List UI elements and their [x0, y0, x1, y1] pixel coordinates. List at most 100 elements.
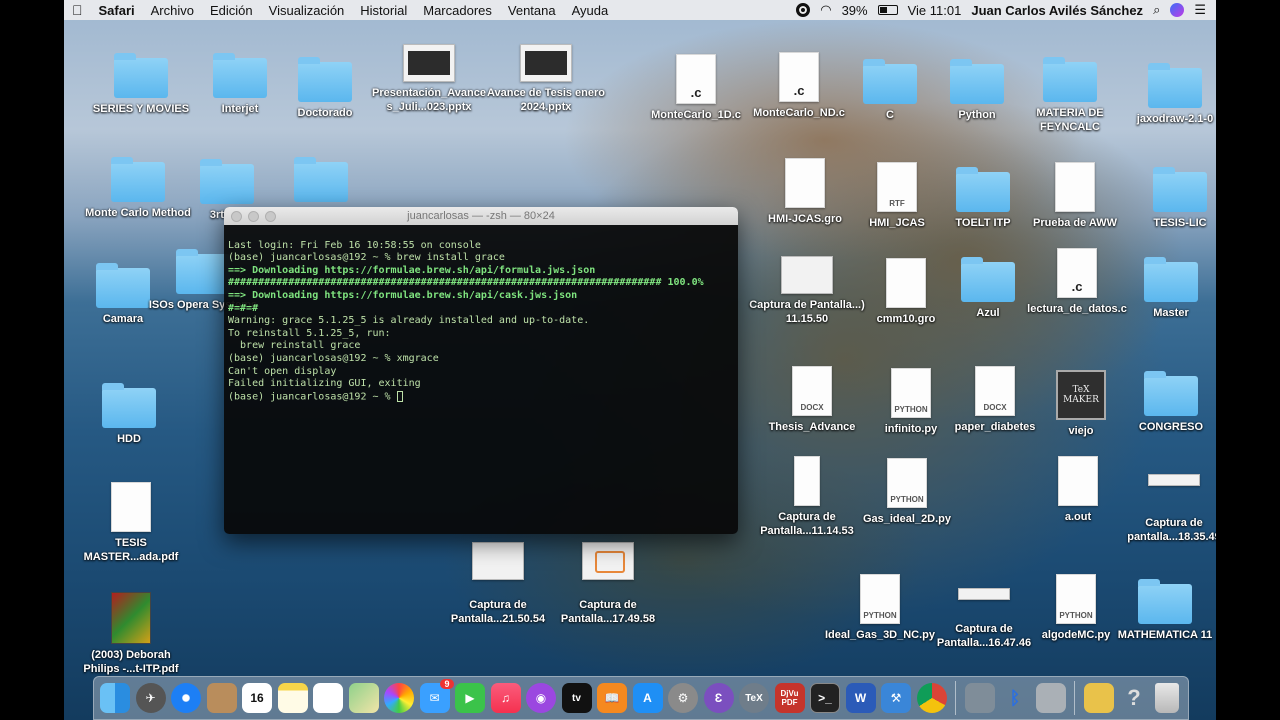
dock-app-store-icon[interactable]: A: [632, 683, 663, 713]
dock-notes-icon[interactable]: [277, 683, 308, 713]
spotlight-search-icon[interactable]: ⌕: [1153, 2, 1160, 18]
dock-system-preferences-icon[interactable]: ⚙: [668, 683, 698, 713]
desktop-item[interactable]: Captura de pantalla...18.35.49: [1115, 462, 1216, 544]
dock-emacs-icon[interactable]: Ɛ: [703, 683, 734, 713]
menu-bar:  Safari Archivo Edición Visualización H…: [64, 0, 1216, 20]
menu-app-safari[interactable]: Safari: [91, 3, 143, 18]
item-label: MonteCarlo_1D.c: [651, 109, 741, 121]
dock-stickies-icon[interactable]: [1083, 683, 1114, 713]
menu-visualizacion[interactable]: Visualización: [261, 3, 353, 18]
menu-edicion[interactable]: Edición: [202, 3, 261, 18]
gro-file-icon: [785, 158, 825, 208]
dock-calendar-icon[interactable]: 16: [242, 683, 272, 713]
dock-bluetooth-icon[interactable]: ᛒ: [1000, 683, 1030, 713]
terminal-line: To reinstall 5.1.25_5, run:: [228, 327, 391, 339]
desktop-item[interactable]: Doctorado: [266, 57, 384, 120]
desktop-item[interactable]: jaxodraw-2.1-0: [1116, 63, 1216, 126]
terminal-prompt-line[interactable]: (base) juancarlosas@192 ~ %: [228, 390, 734, 404]
desktop-item[interactable]: Captura de Pantalla...17.49.58: [549, 542, 667, 626]
desktop-item[interactable]: Presentación_Avances_Juli...023.pptx: [370, 44, 488, 114]
desktop-item[interactable]: PYTHON Gas_ideal_2D.py: [848, 458, 966, 526]
python-file-icon: PYTHON: [891, 368, 931, 418]
dock-trash-icon[interactable]: [1154, 683, 1179, 713]
dock-reminders-icon[interactable]: [313, 683, 343, 713]
desktop-item[interactable]: TESIS-LIC: [1121, 167, 1216, 230]
item-label: Doctorado: [297, 107, 353, 119]
dock-books-icon[interactable]: 📖: [597, 683, 627, 713]
folder-icon: [863, 59, 917, 104]
rtf-file-icon: RTF: [877, 162, 917, 212]
desktop-item[interactable]: MATERIA DE FEYNCALC: [1011, 57, 1129, 134]
item-label: Prueba de AWW: [1033, 217, 1117, 229]
terminal-line: brew reinstall grace: [228, 340, 361, 352]
desktop-item[interactable]: [262, 157, 380, 202]
wifi-icon[interactable]: ◠: [820, 2, 831, 18]
screenshot-thumbnail-icon: [958, 588, 1010, 600]
dock-facetime-icon[interactable]: ▶: [455, 683, 485, 713]
terminal-window[interactable]: juancarlosas — -zsh — 80×24 Last login: …: [224, 207, 738, 534]
desktop-item[interactable]: Captura de Pantalla...21.50.54: [439, 542, 557, 626]
dock-podcasts-icon[interactable]: ◉: [526, 683, 556, 713]
dock-drive-icon[interactable]: [1035, 683, 1066, 713]
dock-mail-icon[interactable]: ✉ 9: [419, 679, 454, 713]
dock-finder-icon[interactable]: [100, 683, 130, 713]
terminal-line: ########################################…: [228, 277, 704, 289]
menu-archivo[interactable]: Archivo: [143, 3, 202, 18]
dock-tv-icon[interactable]: tv: [561, 683, 592, 713]
dock-tex-icon[interactable]: TeX: [739, 683, 769, 713]
screen-record-icon[interactable]: [796, 3, 811, 17]
battery-icon[interactable]: [877, 5, 898, 15]
dock-word-icon[interactable]: W: [845, 683, 876, 713]
item-label: HDD: [117, 433, 141, 445]
desktop-item[interactable]: PYTHON Ideal_Gas_3D_NC.py: [821, 574, 939, 642]
dock-preview-icon[interactable]: [964, 683, 995, 713]
item-label: Captura de Pantalla...17.49.58: [560, 599, 656, 625]
desktop-item[interactable]: Avance de Tesis enero 2024.pptx: [487, 44, 605, 114]
c-file-icon: .c: [779, 52, 819, 102]
item-label: Camara: [102, 313, 144, 325]
menu-marcadores[interactable]: Marcadores: [415, 3, 500, 18]
dock-chrome-icon[interactable]: [916, 683, 947, 713]
folder-icon: [1138, 579, 1192, 624]
docx-file-icon: DOCX: [975, 366, 1015, 416]
terminal-line: ==> Downloading https://formulae.brew.sh…: [228, 289, 578, 301]
dock-launchpad-icon[interactable]: ✈: [135, 683, 166, 713]
c-file-icon: .c: [1057, 248, 1097, 298]
folder-icon: [176, 249, 230, 294]
desktop-item[interactable]: HDD: [70, 383, 188, 446]
dock-help-icon[interactable]: ?: [1119, 683, 1149, 713]
apple-menu-icon[interactable]: : [64, 2, 91, 18]
menu-ventana[interactable]: Ventana: [500, 3, 564, 18]
terminal-line: #=#=#: [228, 302, 259, 314]
desktop-item[interactable]: CONGRESO: [1112, 371, 1216, 434]
desktop-item[interactable]: MATHEMATICA 11: [1106, 579, 1216, 642]
dock-music-icon[interactable]: ♫: [490, 683, 521, 713]
terminal-line: Last login: Fri Feb 16 10:58:55 on conso…: [228, 239, 481, 251]
desktop-item[interactable]: TESIS MASTER...ada.pdf: [72, 482, 190, 564]
dock-djvu-icon[interactable]: DjVu PDF: [774, 683, 805, 713]
siri-icon[interactable]: [1170, 3, 1185, 17]
menu-ayuda[interactable]: Ayuda: [564, 3, 617, 18]
dock-terminal-icon[interactable]: >_: [810, 683, 840, 713]
folder-icon: [114, 53, 168, 98]
notification-center-icon[interactable]: ☰: [1194, 2, 1206, 18]
dock-separator: [1074, 681, 1075, 715]
terminal-output[interactable]: Last login: Fri Feb 16 10:58:55 on conso…: [224, 225, 738, 431]
dock-maps-icon[interactable]: [348, 683, 379, 713]
user-name[interactable]: Juan Carlos Avilés Sánchez: [971, 3, 1143, 18]
folder-icon: [961, 257, 1015, 302]
terminal-title-bar[interactable]: juancarlosas — -zsh — 80×24: [224, 207, 738, 225]
docx-file-icon: DOCX: [792, 366, 832, 416]
battery-percent[interactable]: 39%: [842, 3, 868, 18]
desktop-item[interactable]: Master: [1112, 257, 1216, 320]
dock-contacts-icon[interactable]: [206, 683, 237, 713]
desktop-item[interactable]: Prueba de AWW: [1016, 162, 1134, 230]
desktop-item[interactable]: (2003) Deborah Philips -...t-ITP.pdf: [72, 592, 190, 676]
dock-xcode-icon[interactable]: ⚒: [881, 683, 911, 713]
dock-photos-icon[interactable]: [384, 683, 414, 713]
menu-historial[interactable]: Historial: [352, 3, 415, 18]
desktop-item[interactable]: .c MonteCarlo_1D.c: [637, 54, 755, 122]
clock[interactable]: Vie 11:01: [908, 3, 962, 18]
item-label: Avance de Tesis enero 2024.pptx: [487, 87, 605, 113]
dock-safari-icon[interactable]: [171, 683, 201, 713]
